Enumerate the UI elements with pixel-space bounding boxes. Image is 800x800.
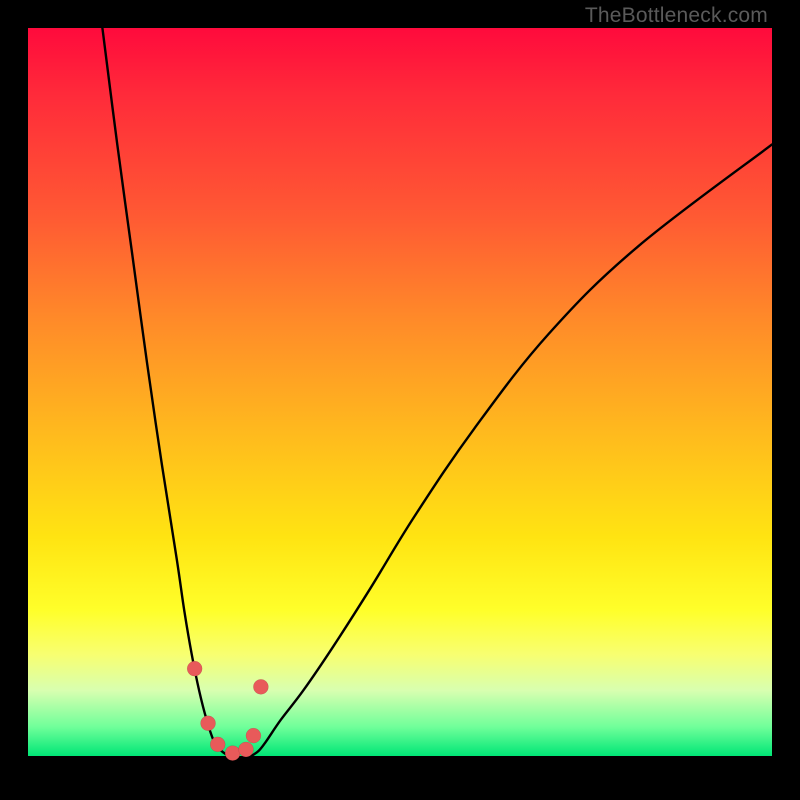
curve-marker <box>201 716 216 731</box>
curve-marker <box>225 746 240 761</box>
curve-marker <box>210 737 225 752</box>
chart-svg <box>28 28 772 756</box>
watermark-text: TheBottleneck.com <box>585 4 768 28</box>
curve-markers <box>187 661 268 760</box>
curve-marker <box>253 679 268 694</box>
curve-left-branch <box>102 28 228 756</box>
curve-marker <box>246 728 261 743</box>
curve-marker <box>238 742 253 757</box>
curve-marker <box>187 661 202 676</box>
chart-frame <box>28 28 772 772</box>
curve-right-branch <box>251 144 772 756</box>
